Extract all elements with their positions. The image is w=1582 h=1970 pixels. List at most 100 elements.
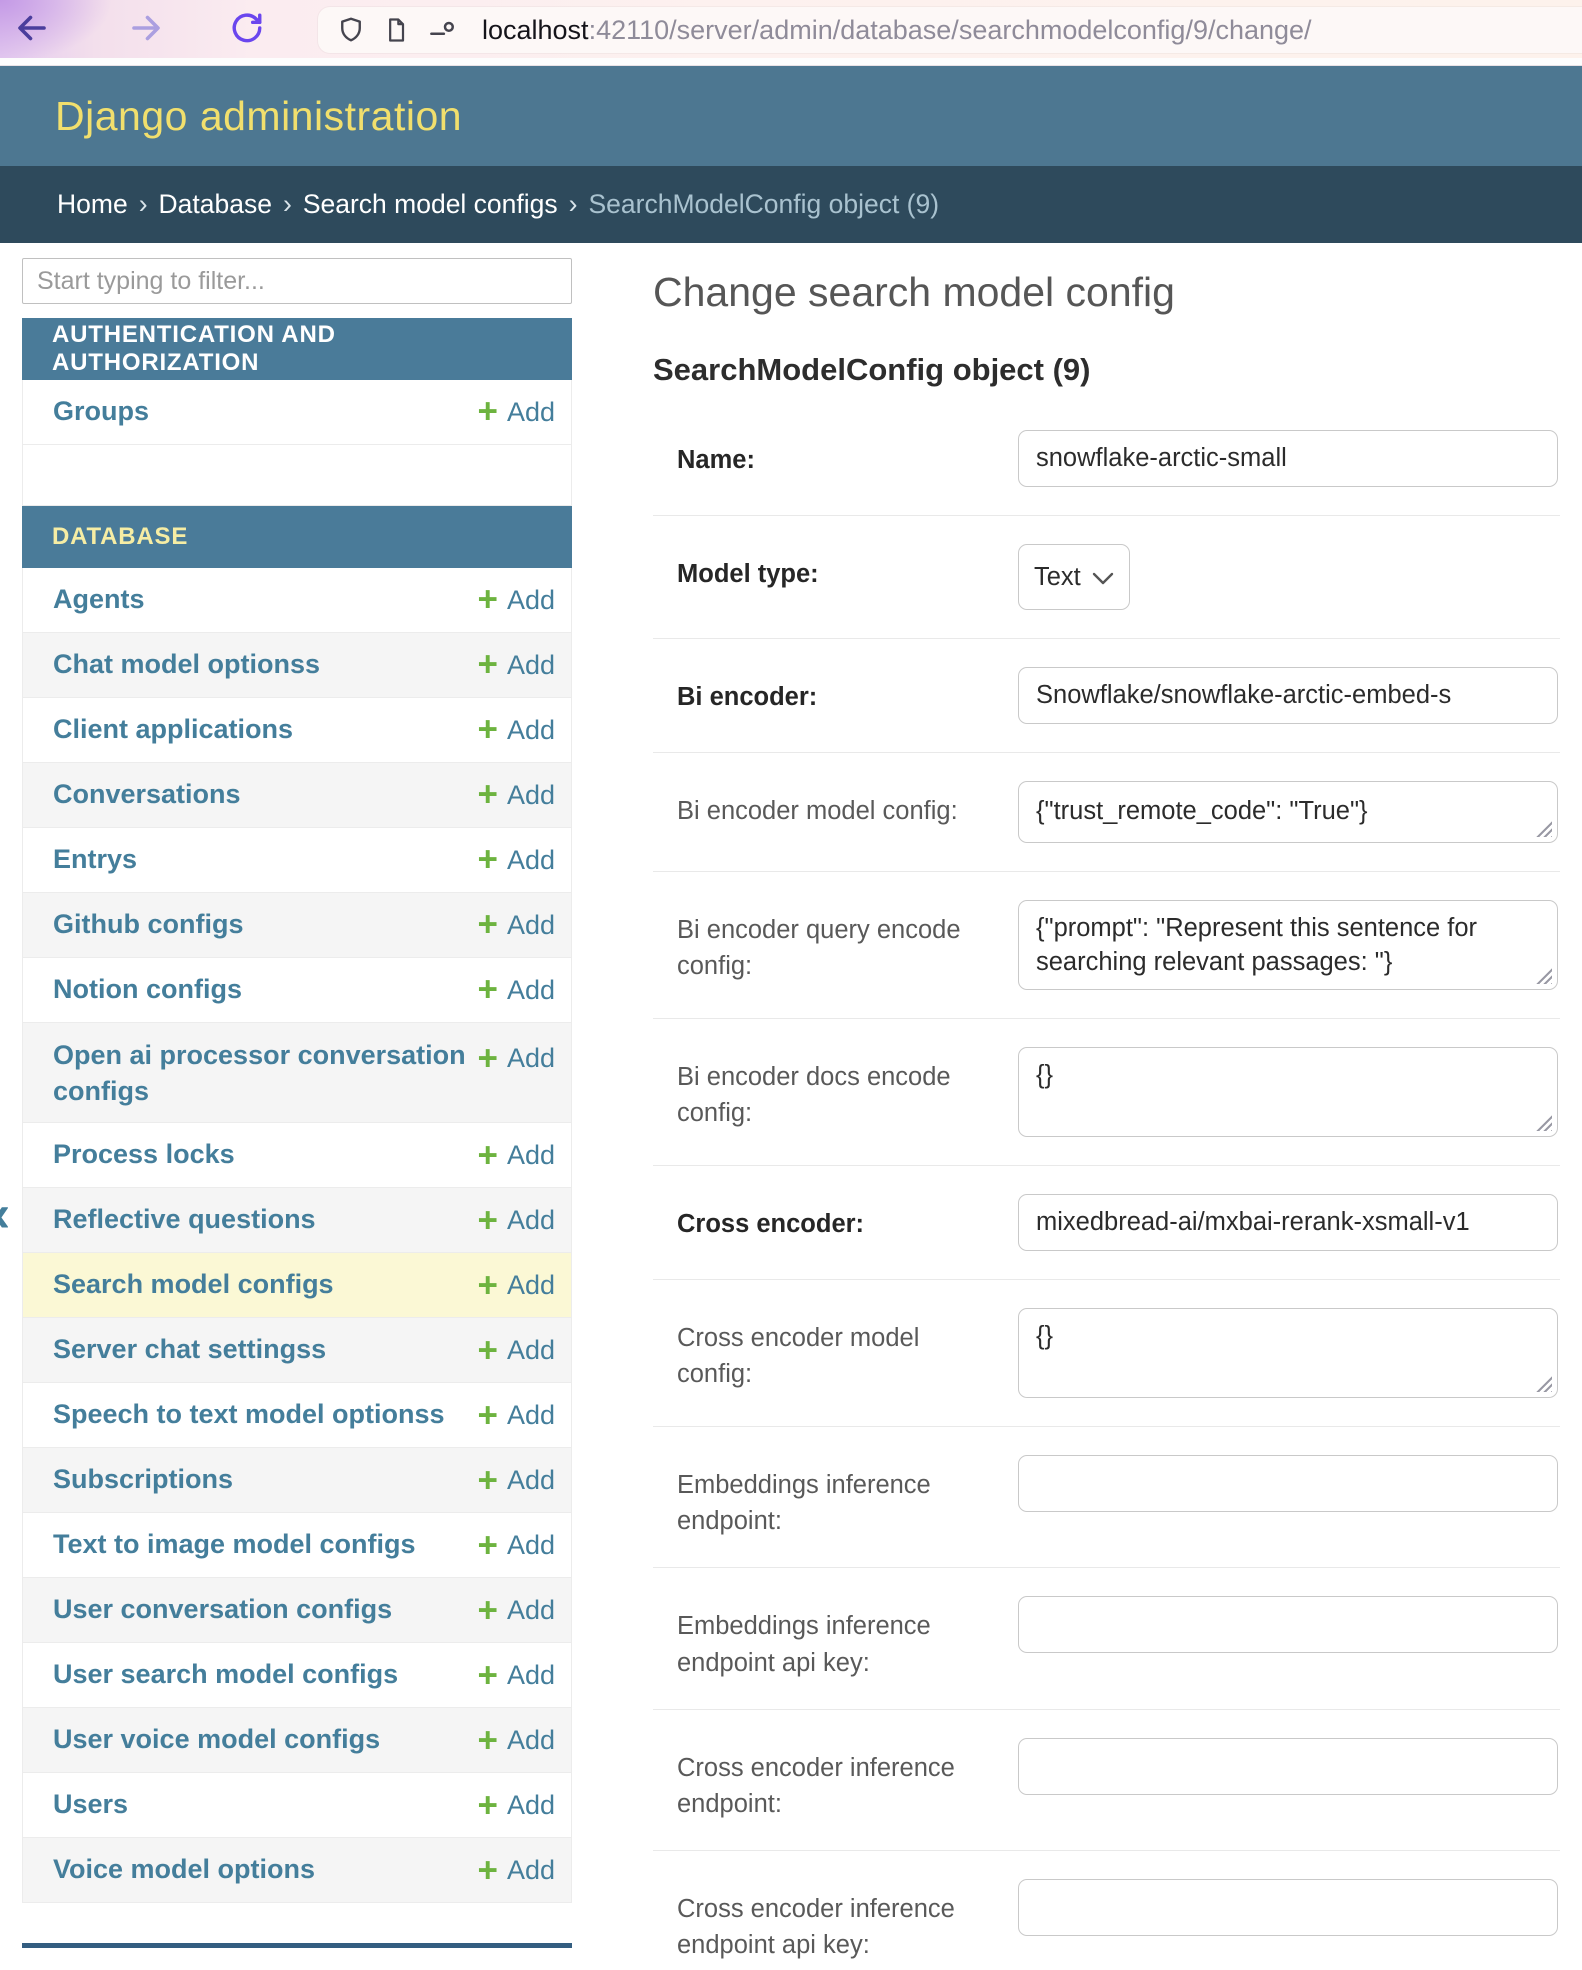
add-label: Add xyxy=(507,1465,555,1496)
sidebar-link-agents[interactable]: Agents xyxy=(53,582,478,618)
add-chat-model-optionss-button[interactable]: +Add xyxy=(478,649,556,681)
plus-icon: + xyxy=(478,1400,498,1432)
add-subscriptions-button[interactable]: +Add xyxy=(478,1465,556,1497)
add-speech-to-text-model-optionss-button[interactable]: +Add xyxy=(478,1400,556,1432)
plus-icon: + xyxy=(478,1205,498,1237)
breadcrumb-link-home[interactable]: Home xyxy=(57,189,128,220)
sidebar-link-text-to-image-model-configs[interactable]: Text to image model configs xyxy=(53,1527,478,1563)
sidebar-link-server-chat-settingss[interactable]: Server chat settingss xyxy=(53,1332,478,1368)
bi-encoder-model-config-textarea[interactable]: {"trust_remote_code": "True"} xyxy=(1018,781,1558,843)
sidebar-link-chat-model-optionss[interactable]: Chat model optionss xyxy=(53,647,478,683)
field-label-embeddings-inference-endpoint-api-key: Embeddings inference endpoint api key: xyxy=(677,1596,1018,1680)
sidebar-link-user-voice-model-configs[interactable]: User voice model configs xyxy=(53,1722,478,1758)
model-type-select[interactable]: Text xyxy=(1018,544,1130,610)
breadcrumb-link-search-model-configs[interactable]: Search model configs xyxy=(303,189,558,220)
resize-handle-icon[interactable] xyxy=(1535,1114,1552,1131)
sidebar-link-client-applications[interactable]: Client applications xyxy=(53,712,478,748)
add-github-configs-button[interactable]: +Add xyxy=(478,909,556,941)
add-open-ai-processor-conversation-configs-button[interactable]: +Add xyxy=(478,1043,556,1075)
add-label: Add xyxy=(507,1595,555,1626)
sidebar-link-groups[interactable]: Groups xyxy=(53,394,478,430)
add-user-conversation-configs-button[interactable]: +Add xyxy=(478,1595,556,1627)
sidebar-link-open-ai-processor-conversation-configs[interactable]: Open ai processor conversation configs xyxy=(53,1038,478,1109)
add-label: Add xyxy=(507,1140,555,1171)
sidebar-link-reflective-questions[interactable]: Reflective questions xyxy=(53,1202,478,1238)
field-label-cross-encoder-model-config: Cross encoder model config: xyxy=(677,1308,1018,1398)
sidebar-link-conversations[interactable]: Conversations xyxy=(53,777,478,813)
plus-icon: + xyxy=(478,1335,498,1367)
add-process-locks-button[interactable]: +Add xyxy=(478,1140,556,1172)
sidebar-item-github-configs: Github configs+Add xyxy=(22,893,572,958)
chevron-down-icon xyxy=(1092,563,1114,592)
window-seam xyxy=(0,58,1582,66)
change-form: Change search model config SearchModelCo… xyxy=(572,243,1582,1970)
browser-forward-button[interactable] xyxy=(128,10,164,49)
sidebar-link-github-configs[interactable]: Github configs xyxy=(53,907,478,943)
add-client-applications-button[interactable]: +Add xyxy=(478,714,556,746)
add-reflective-questions-button[interactable]: +Add xyxy=(478,1205,556,1237)
sidebar-link-voice-model-options[interactable]: Voice model options xyxy=(53,1852,478,1888)
bi-encoder-input[interactable]: Snowflake/snowflake-arctic-embed-s xyxy=(1018,667,1558,724)
sidebar-link-users[interactable]: Users xyxy=(53,1787,478,1823)
url-bar[interactable]: localhost:42110/server/admin/database/se… xyxy=(318,7,1582,53)
add-user-voice-model-configs-button[interactable]: +Add xyxy=(478,1725,556,1757)
sidebar-link-notion-configs[interactable]: Notion configs xyxy=(53,972,478,1008)
add-search-model-configs-button[interactable]: +Add xyxy=(478,1270,556,1302)
field-area-bi-encoder: Snowflake/snowflake-arctic-embed-s xyxy=(1018,667,1560,724)
sidebar-link-process-locks[interactable]: Process locks xyxy=(53,1137,478,1173)
add-label: Add xyxy=(507,397,555,428)
sidebar-item-entrys: Entrys+Add xyxy=(22,828,572,893)
plus-icon: + xyxy=(478,1660,498,1692)
field-row-name: Name:snowflake-arctic-small xyxy=(653,402,1560,516)
add-conversations-button[interactable]: +Add xyxy=(478,779,556,811)
sidebar-item-voice-model-options: Voice model options+Add xyxy=(22,1838,572,1903)
cross-encoder-input[interactable]: mixedbread-ai/mxbai-rerank-xsmall-v1 xyxy=(1018,1194,1558,1251)
field-label-bi-encoder-docs-encode-config: Bi encoder docs encode config: xyxy=(677,1047,1018,1137)
add-server-chat-settingss-button[interactable]: +Add xyxy=(478,1335,556,1367)
sidebar-link-speech-to-text-model-optionss[interactable]: Speech to text model optionss xyxy=(53,1397,478,1433)
resize-handle-icon[interactable] xyxy=(1535,1375,1552,1392)
field-row-bi-encoder-query-encode-config: Bi encoder query encode config:{"prompt"… xyxy=(653,872,1560,1019)
bi-encoder-docs-encode-config-textarea[interactable]: {} xyxy=(1018,1047,1558,1137)
resize-handle-icon[interactable] xyxy=(1535,820,1552,837)
add-notion-configs-button[interactable]: +Add xyxy=(478,974,556,1006)
browser-refresh-button[interactable] xyxy=(230,11,264,48)
sidebar-collapse-toggle[interactable]: ‹ xyxy=(0,1188,10,1240)
site-permissions-icon[interactable] xyxy=(426,15,458,45)
add-users-button[interactable]: +Add xyxy=(478,1790,556,1822)
model-type-selected-value: Text xyxy=(1034,563,1081,592)
page-icon[interactable] xyxy=(382,16,410,44)
add-text-to-image-model-configs-button[interactable]: +Add xyxy=(478,1530,556,1562)
plus-icon: + xyxy=(478,649,498,681)
add-entrys-button[interactable]: +Add xyxy=(478,844,556,876)
sidebar-item-chat-model-optionss: Chat model optionss+Add xyxy=(22,633,572,698)
cross-encoder-inference-endpoint-input[interactable] xyxy=(1018,1738,1558,1795)
breadcrumb-link-database[interactable]: Database xyxy=(159,189,272,220)
embeddings-inference-endpoint-input[interactable] xyxy=(1018,1455,1558,1512)
browser-back-button[interactable] xyxy=(14,10,50,49)
cross-encoder-model-config-textarea[interactable]: {} xyxy=(1018,1308,1558,1398)
sidebar-link-user-search-model-configs[interactable]: User search model configs xyxy=(53,1657,478,1693)
resize-handle-icon[interactable] xyxy=(1535,967,1552,984)
add-label: Add xyxy=(507,975,555,1006)
sidebar-item-groups: Groups+Add xyxy=(22,380,572,445)
sidebar-link-entrys[interactable]: Entrys xyxy=(53,842,478,878)
name-input[interactable]: snowflake-arctic-small xyxy=(1018,430,1558,487)
cross-encoder-inference-endpoint-api-key-input[interactable] xyxy=(1018,1879,1558,1936)
site-title[interactable]: Django administration xyxy=(55,93,462,140)
add-groups-button[interactable]: +Add xyxy=(478,396,556,428)
sidebar-section-authentication-and-authorization: AUTHENTICATION AND AUTHORIZATIONGroups+A… xyxy=(22,318,572,506)
sidebar-link-user-conversation-configs[interactable]: User conversation configs xyxy=(53,1592,478,1628)
sidebar-link-subscriptions[interactable]: Subscriptions xyxy=(53,1462,478,1498)
sidebar-filter-input[interactable] xyxy=(22,258,572,304)
add-voice-model-options-button[interactable]: +Add xyxy=(478,1855,556,1887)
plus-icon: + xyxy=(478,584,498,616)
sidebar-section-title: AUTHENTICATION AND AUTHORIZATION xyxy=(22,318,572,380)
field-area-cross-encoder-inference-endpoint-api-key xyxy=(1018,1879,1560,1963)
bi-encoder-query-encode-config-textarea[interactable]: {"prompt": "Represent this sentence for … xyxy=(1018,900,1558,990)
embeddings-inference-endpoint-api-key-input[interactable] xyxy=(1018,1596,1558,1653)
sidebar-link-search-model-configs[interactable]: Search model configs xyxy=(53,1267,478,1303)
shield-icon[interactable] xyxy=(336,15,366,45)
add-user-search-model-configs-button[interactable]: +Add xyxy=(478,1660,556,1692)
add-agents-button[interactable]: +Add xyxy=(478,584,556,616)
